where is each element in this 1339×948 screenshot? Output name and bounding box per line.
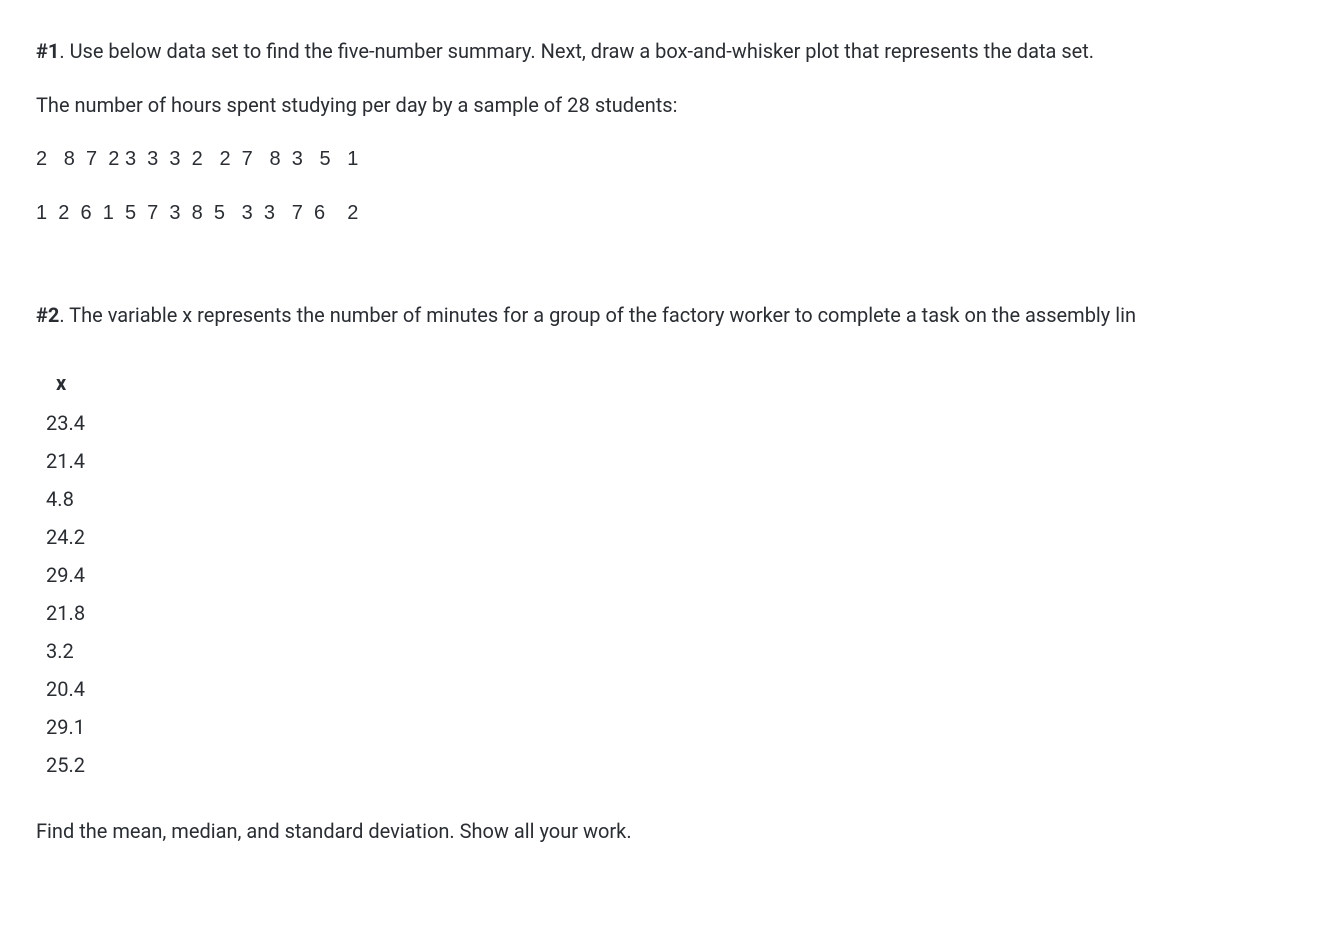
q1-subprompt: The number of hours spent studying per d…	[36, 90, 1303, 120]
q2-prompt-line: #2. The variable x represents the number…	[36, 300, 1303, 330]
q2-table-header: x	[36, 362, 86, 404]
q2-final-line: Find the mean, median, and standard devi…	[36, 816, 1303, 846]
table-row: 21.8	[36, 594, 86, 632]
table-row: 23.4	[36, 404, 86, 442]
table-row: 3.2	[36, 632, 86, 670]
table-row: 4.8	[36, 480, 86, 518]
table-row: 24.2	[36, 518, 86, 556]
q1-prompt-line: #1. Use below data set to find the five-…	[36, 36, 1303, 66]
table-row: 20.4	[36, 670, 86, 708]
table-row: 29.1	[36, 708, 86, 746]
table-row: 29.4	[36, 556, 86, 594]
q1-prompt: . Use below data set to find the five-nu…	[59, 39, 1094, 63]
table-row: 21.4	[36, 442, 86, 480]
q1-data-row-1: 2 8 7 2 3 3 3 2 2 7 8 3 5 1	[36, 144, 1303, 174]
question-2: #2. The variable x represents the number…	[36, 300, 1303, 846]
table-row: 25.2	[36, 746, 86, 784]
q2-table: x 23.4 21.4 4.8 24.2 29.4 21.8 3.2 20.4 …	[36, 362, 86, 784]
q1-label: #1	[36, 39, 59, 63]
q2-prompt: . The variable x represents the number o…	[59, 303, 1136, 327]
question-1: #1. Use below data set to find the five-…	[36, 36, 1303, 228]
q2-label: #2	[36, 303, 59, 327]
q1-data-row-2: 1 2 6 1 5 7 3 8 5 3 3 7 6 2	[36, 198, 1303, 228]
